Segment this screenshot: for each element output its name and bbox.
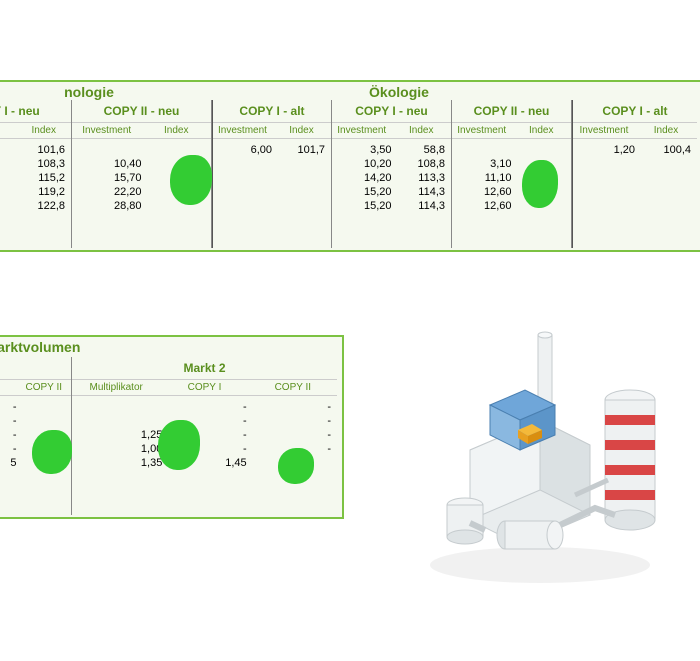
grp-oko-c1alt: COPY I - alt	[213, 100, 331, 122]
grp-oko-c2neu: COPY II - neu	[452, 100, 571, 122]
grp-c1alt2: COPY I - alt	[573, 100, 697, 122]
title-markt2: Markt 2	[72, 357, 337, 379]
col-tech-idx: 101,6108,3115,2119,2122,8	[17, 143, 66, 213]
redaction-blob	[522, 160, 558, 208]
factory-illustration	[410, 330, 670, 590]
grp-tech-c2neu: COPY II - neu	[72, 100, 211, 122]
tech-oko-panel: nologie Ökologie Y I - neu tIndex 101,61…	[0, 80, 700, 252]
col-tech2-inv: 10,4015,7022,2028,80	[78, 143, 142, 213]
grp-oko-c1neu: COPY I - neu	[332, 100, 451, 122]
redaction-blob	[158, 420, 200, 470]
redaction-blob	[32, 430, 72, 474]
col-blank	[0, 143, 17, 213]
grp-tech-c1neu: Y I - neu	[0, 100, 71, 122]
title-marktvolumen: es Marktvolumen	[0, 337, 342, 357]
title-technologie: nologie	[0, 82, 216, 102]
redaction-blob	[278, 448, 314, 484]
title-okologie: Ökologie	[217, 82, 581, 102]
redaction-blob	[170, 155, 212, 205]
